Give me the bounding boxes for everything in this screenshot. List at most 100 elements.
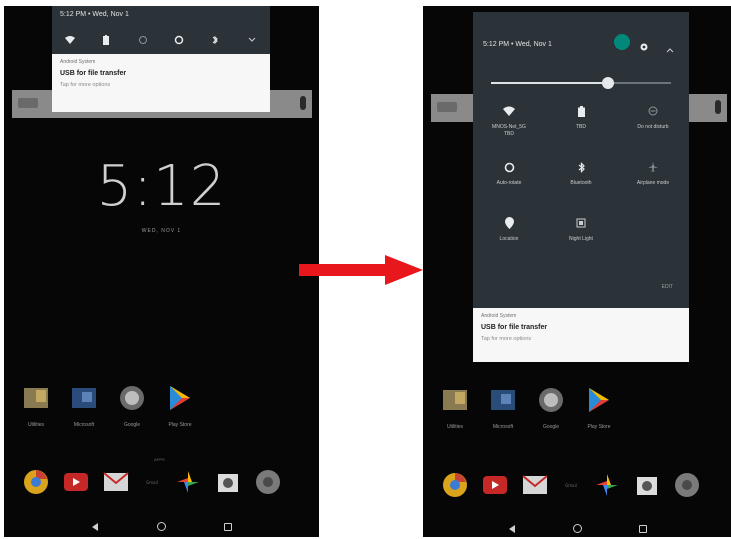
gmail-label-spacer: Gmail: [561, 471, 581, 499]
app-label: Utilities: [446, 424, 464, 430]
usb-notification[interactable]: Android System USB for file transfer Tap…: [52, 54, 270, 112]
gmail-label-spacer: Gmail: [142, 468, 162, 496]
bluetooth-icon[interactable]: [209, 34, 221, 46]
dock-label: Gmail: [565, 482, 577, 488]
brightness-slider[interactable]: [491, 77, 671, 89]
usb-notification[interactable]: Android System USB for file transfer Tap…: [473, 308, 689, 362]
tile-label: TBD: [576, 124, 586, 130]
home-button[interactable]: [572, 524, 582, 533]
app-utilities[interactable]: Utilities: [431, 386, 479, 436]
tile-label: Auto-rotate: [496, 180, 522, 186]
app-google[interactable]: Google: [527, 386, 575, 436]
chevron-down-icon[interactable]: [246, 34, 258, 46]
rotate-icon: [504, 162, 514, 172]
tile-bluetooth[interactable]: Bluetooth: [545, 160, 617, 187]
app-label: Utilities: [27, 422, 45, 428]
lockscreen-clock: 5:12: [96, 154, 227, 219]
wifi-icon: [503, 106, 515, 116]
app-google[interactable]: Google: [108, 384, 156, 434]
app-label: Play Store: [587, 424, 611, 430]
chrome-icon[interactable]: [441, 471, 469, 499]
bluetooth-icon: [578, 161, 585, 173]
tile-auto-rotate[interactable]: Auto-rotate: [473, 160, 545, 187]
dnd-icon[interactable]: [137, 34, 149, 46]
settings-icon[interactable]: [254, 468, 282, 496]
navigation-bar: [92, 522, 232, 531]
notification-title: USB for file transfer: [60, 70, 127, 77]
quick-settings-row: [52, 30, 270, 50]
status-time: 5:12 PM • Wed, Nov 1: [483, 41, 552, 48]
play-store-icon: [170, 386, 190, 410]
camera-icon[interactable]: [633, 471, 661, 499]
navigation-bar: [509, 524, 647, 533]
edit-button[interactable]: EDIT: [662, 284, 673, 290]
back-button[interactable]: [92, 522, 98, 531]
tile-night-light[interactable]: Night Light: [545, 216, 617, 243]
back-button[interactable]: [509, 524, 515, 533]
folder-icon: [120, 386, 144, 410]
settings-icon[interactable]: [673, 471, 701, 499]
app-utilities[interactable]: Utilities: [12, 384, 60, 434]
transition-arrow: [299, 255, 423, 285]
gmail-icon[interactable]: [102, 468, 130, 496]
mic-icon[interactable]: [715, 100, 721, 114]
app-microsoft[interactable]: Microsoft: [60, 384, 108, 434]
app-play-store[interactable]: Play Store: [156, 384, 204, 434]
phone-screen-right: 5:12 PM • Wed, Nov 1 MNOS-Net_5G TBD TBD…: [423, 6, 731, 537]
recents-button[interactable]: [224, 522, 232, 531]
home-button[interactable]: [156, 522, 166, 531]
dock-label: Gmail: [146, 479, 158, 485]
quick-settings-expanded: 5:12 PM • Wed, Nov 1 MNOS-Net_5G TBD TBD…: [473, 12, 689, 308]
tile-battery[interactable]: TBD: [545, 104, 617, 131]
tile-label-line2: TBD: [504, 131, 514, 137]
app-label: Play Store: [168, 422, 192, 428]
location-icon: [504, 217, 514, 229]
app-label: Microsoft: [492, 424, 514, 430]
tile-wifi[interactable]: MNOS-Net_5G TBD: [473, 104, 545, 138]
notification-subtitle: Tap for more options: [60, 82, 111, 88]
folder-icon: [72, 388, 96, 408]
app-label: Google: [542, 424, 560, 430]
rotate-icon[interactable]: [173, 34, 185, 46]
app-label: Microsoft: [73, 422, 95, 428]
user-avatar[interactable]: [614, 34, 630, 50]
tile-label: Bluetooth: [570, 180, 592, 186]
screenshot-comparison: 5:12 PM • Wed, Nov 1 Android System USB …: [0, 0, 731, 539]
tile-do-not-disturb[interactable]: Do not disturb: [617, 104, 689, 131]
wifi-icon[interactable]: [64, 34, 76, 46]
lockscreen-date: WED, NOV 1: [141, 228, 182, 234]
photos-icon[interactable]: [174, 468, 202, 496]
tile-location[interactable]: Location: [473, 216, 545, 243]
tile-label: Location: [499, 236, 519, 242]
chevron-up-icon[interactable]: [666, 40, 674, 58]
folder-icon: [24, 388, 48, 408]
tile-label: Airplane mode: [636, 180, 670, 186]
gear-icon[interactable]: [640, 38, 648, 56]
app-microsoft[interactable]: Microsoft: [479, 386, 527, 436]
brightness-slider-thumb[interactable]: [602, 77, 614, 89]
youtube-icon[interactable]: [481, 471, 509, 499]
notification-subtitle: Tap for more options: [481, 336, 532, 342]
recents-button[interactable]: [639, 524, 647, 533]
tile-label: Night Light: [569, 236, 593, 242]
app-label: Google: [123, 422, 141, 428]
battery-icon[interactable]: [100, 34, 112, 46]
chrome-icon[interactable]: [22, 468, 50, 496]
home-app-row: Utilities Microsoft Google Play Store: [431, 386, 623, 436]
gmail-icon[interactable]: [521, 471, 549, 499]
dnd-icon: [648, 106, 658, 116]
play-store-icon: [589, 388, 609, 412]
tile-label: Do not disturb: [637, 124, 669, 130]
youtube-icon[interactable]: [62, 468, 90, 496]
camera-icon[interactable]: [214, 468, 242, 496]
status-time: 5:12 PM • Wed, Nov 1: [60, 11, 129, 18]
airplane-icon: [648, 162, 658, 172]
mic-icon[interactable]: [300, 96, 306, 110]
app-play-store[interactable]: Play Store: [575, 386, 623, 436]
tile-label: MNOS-Net_5G: [492, 124, 526, 130]
quick-settings-collapsed: 5:12 PM • Wed, Nov 1: [52, 6, 270, 54]
night-light-icon: [576, 218, 586, 228]
photos-icon[interactable]: [593, 471, 621, 499]
tile-airplane-mode[interactable]: Airplane mode: [617, 160, 689, 187]
battery-icon: [577, 105, 585, 117]
